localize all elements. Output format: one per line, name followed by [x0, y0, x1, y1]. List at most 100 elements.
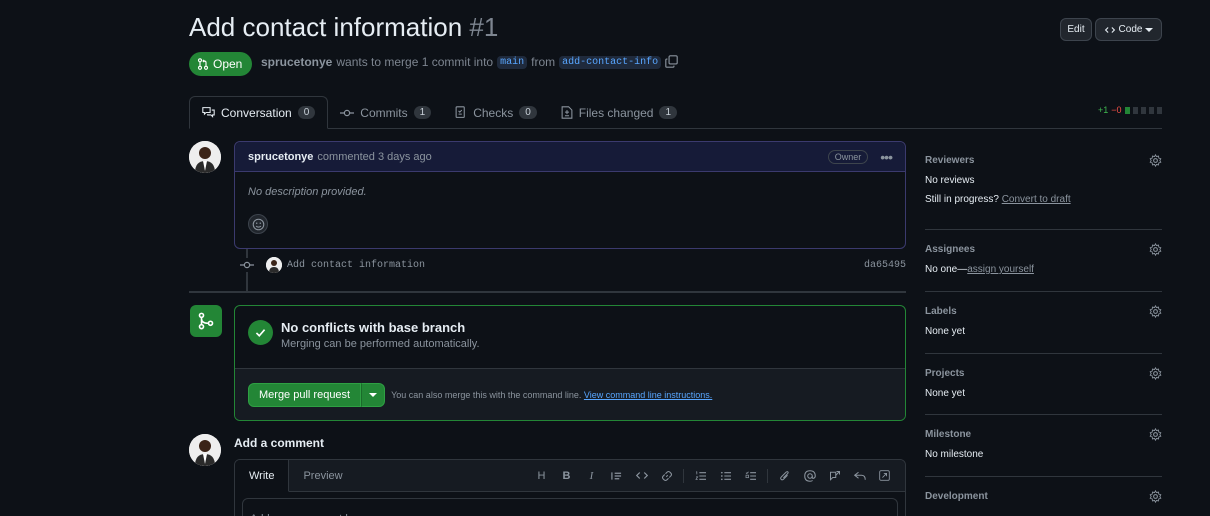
pr-state-badge: Open	[189, 52, 253, 76]
diffstat-bar	[1148, 106, 1154, 114]
gear-icon[interactable]	[1149, 305, 1162, 318]
pr-meta-from: from	[531, 55, 556, 69]
bold-icon[interactable]: B	[554, 466, 579, 486]
code-icon	[1104, 26, 1115, 33]
comment-header: sprucetonye commented 3 days ago Owner •…	[235, 142, 905, 172]
command-line-instructions-link[interactable]: View command line instructions.	[584, 390, 712, 400]
code-icon[interactable]	[629, 466, 654, 486]
sidebar-reviewers-value: No reviews	[925, 175, 975, 186]
pr-meta-text: wants to merge 1 commit into	[336, 55, 494, 69]
comment-discussion-icon	[202, 107, 215, 118]
sidebar-labels-value: None yet	[925, 326, 966, 337]
commit-message[interactable]: Add contact information	[287, 260, 425, 271]
pr-author-link[interactable]: sprucetonye	[261, 55, 332, 69]
owner-badge: Owner	[827, 149, 869, 164]
comment-box: sprucetonye commented 3 days ago Owner •…	[234, 141, 906, 249]
pr-meta: sprucetonye wants to merge 1 commit into…	[261, 55, 679, 69]
file-diff-icon	[561, 106, 573, 119]
gear-icon[interactable]	[1149, 243, 1162, 256]
sidebar-assignees: Assignees No one—assign yourself	[925, 243, 1162, 292]
merge-actions: Merge pull request You can also merge th…	[235, 369, 905, 420]
pr-tabs: Conversation 0 Commits 1 Checks 0 Files …	[189, 96, 1162, 129]
diffstat-bar	[1132, 106, 1138, 114]
tab-write[interactable]: Write	[235, 460, 290, 492]
commit-icon	[240, 258, 254, 272]
gear-icon[interactable]	[1149, 428, 1162, 441]
sidebar-assignees-value: No one—assign yourself	[925, 264, 1162, 275]
fullscreen-icon[interactable]	[872, 466, 897, 486]
kebab-menu-icon[interactable]: •••	[880, 149, 893, 165]
chevron-down-icon	[369, 393, 378, 397]
tab-commits-count: 1	[413, 106, 432, 119]
head-branch[interactable]: add-contact-info	[559, 55, 662, 69]
quote-icon[interactable]	[604, 466, 629, 486]
merge-button-group: Merge pull request	[248, 383, 386, 407]
comment-author[interactable]: sprucetonye	[248, 151, 313, 163]
tab-files-changed[interactable]: Files changed 1	[549, 96, 689, 129]
code-button-label: Code	[1118, 24, 1143, 35]
commit-sha[interactable]: da65495	[864, 260, 906, 271]
tab-files-changed-label: Files changed	[578, 105, 654, 120]
italic-icon[interactable]: I	[579, 466, 604, 486]
merge-pull-request-button[interactable]: Merge pull request	[248, 383, 362, 407]
merge-box: No conflicts with base branch Merging ca…	[234, 305, 906, 421]
edit-button[interactable]: Edit	[1060, 18, 1092, 41]
tab-preview[interactable]: Preview	[289, 460, 356, 491]
avatar[interactable]	[189, 141, 221, 173]
sidebar-development-title: Development	[925, 491, 988, 502]
link-icon[interactable]	[654, 466, 679, 486]
comment-body: No description provided.	[248, 186, 367, 198]
tab-files-changed-count: 1	[659, 106, 678, 119]
pr-state-label: Open	[213, 57, 243, 71]
gear-icon[interactable]	[1149, 490, 1162, 503]
merge-status-title: No conflicts with base branch	[281, 320, 466, 335]
unordered-list-icon[interactable]	[713, 466, 738, 486]
gear-icon[interactable]	[1149, 154, 1162, 167]
gear-icon[interactable]	[1149, 367, 1162, 380]
diffstat-bar	[1140, 106, 1146, 114]
assign-yourself-link[interactable]: assign yourself	[967, 264, 1034, 275]
ordered-list-icon[interactable]	[688, 466, 713, 486]
avatar[interactable]	[266, 257, 282, 273]
tab-commits[interactable]: Commits 1	[328, 96, 443, 129]
editor-tabs: Write Preview H B I	[235, 460, 905, 492]
paperclip-icon[interactable]	[772, 466, 797, 486]
merge-method-dropdown[interactable]	[361, 383, 386, 407]
add-comment-title: Add a comment	[234, 436, 325, 450]
task-list-icon[interactable]	[738, 466, 763, 486]
diffstat-deletions: −0	[1111, 105, 1122, 115]
comment-timestamp[interactable]: commented 3 days ago	[317, 151, 431, 163]
sidebar-labels-title: Labels	[925, 306, 957, 317]
sidebar-projects-title: Projects	[925, 368, 965, 379]
code-button[interactable]: Code	[1095, 18, 1162, 41]
sidebar-reviewers-title: Reviewers	[925, 155, 975, 166]
base-branch[interactable]: main	[497, 55, 528, 69]
diffstat-bar	[1124, 106, 1130, 114]
commit-item: Add contact information da65495	[240, 257, 906, 273]
chevron-down-icon	[1145, 27, 1154, 32]
pr-title: Add contact information #1	[189, 12, 498, 43]
tab-checks[interactable]: Checks 0	[443, 96, 549, 129]
tab-conversation[interactable]: Conversation 0	[189, 96, 329, 129]
sidebar-development: Development	[925, 490, 1162, 516]
pr-title-text: Add contact information	[189, 12, 463, 42]
mention-icon[interactable]	[797, 466, 822, 486]
convert-to-draft-link[interactable]: Convert to draft	[1002, 194, 1071, 205]
reply-icon[interactable]	[847, 466, 872, 486]
sidebar-assignees-text: No one—	[925, 264, 968, 275]
commit-icon	[340, 109, 355, 116]
comment-input[interactable]: Add your comment here...	[242, 498, 898, 516]
smiley-icon	[252, 218, 264, 230]
tab-conversation-count: 0	[297, 106, 316, 119]
avatar[interactable]	[189, 434, 221, 466]
cross-reference-icon[interactable]	[822, 466, 847, 486]
merge-hint: You can also merge this with the command…	[391, 390, 712, 400]
sidebar-assignees-title: Assignees	[925, 244, 976, 255]
heading-icon[interactable]: H	[529, 466, 554, 486]
sidebar-milestone-title: Milestone	[925, 429, 972, 440]
copy-icon[interactable]	[665, 55, 679, 69]
add-reaction-button[interactable]	[248, 214, 268, 234]
sidebar-milestone: Milestone No milestone	[925, 428, 1162, 477]
merge-status: No conflicts with base branch Merging ca…	[235, 306, 905, 369]
timeline-divider	[189, 291, 906, 293]
